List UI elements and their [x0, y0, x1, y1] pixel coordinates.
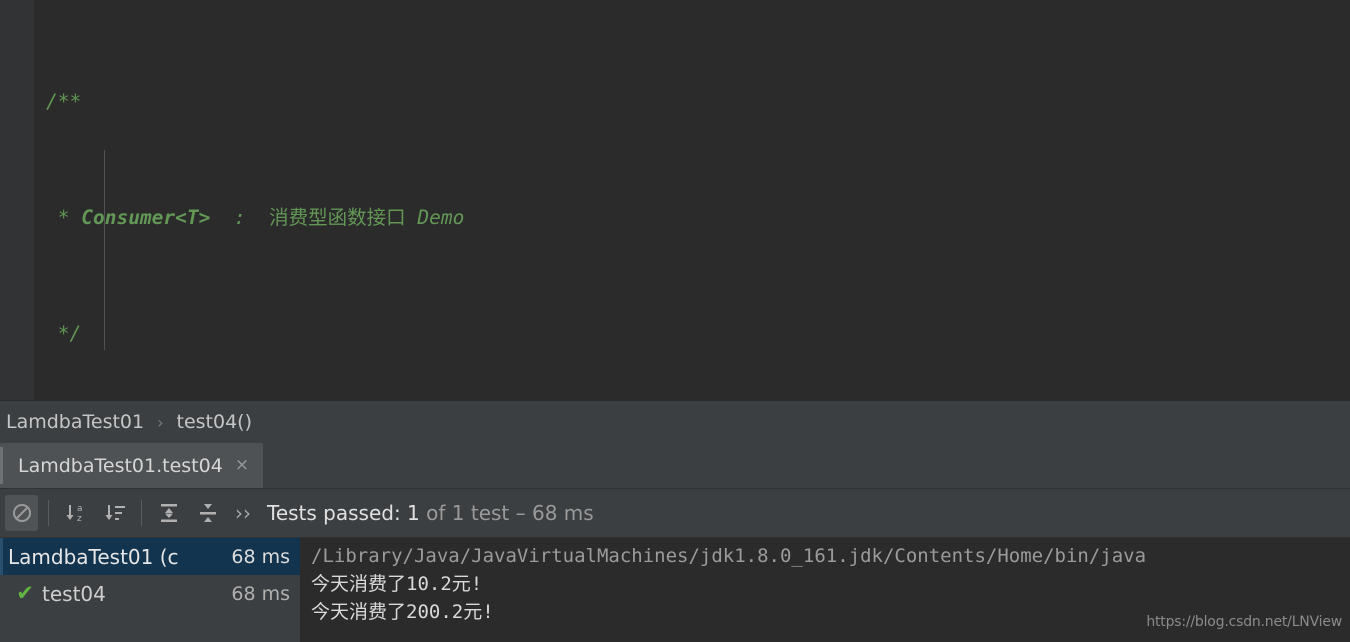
sort-by-duration-icon — [105, 505, 125, 520]
svg-text:a: a — [77, 504, 83, 514]
breadcrumb-class[interactable]: LamdbaTest01 — [6, 411, 144, 433]
test-suite-name: LamdbaTest01 (c — [8, 544, 179, 569]
ide-window: /** * Consumer<T> : 消费型函数接口 Demo */ @Tes… — [0, 0, 1350, 642]
test-passed-check-icon: ✔ — [16, 581, 34, 605]
test-results-tree[interactable]: LamdbaTest01 (c 68 ms ✔ test04 68 ms — [0, 538, 301, 642]
code-line-3: */ — [0, 319, 1350, 348]
chevron-right-icon: › — [157, 412, 164, 432]
javadoc-demo: Demo — [417, 206, 465, 229]
run-tab-strip: LamdbaTest01.test04 × — [0, 443, 1350, 489]
sort-alphabetically-button[interactable]: a z — [59, 495, 92, 531]
collapse-all-icon — [199, 504, 216, 522]
code-line-1: /** — [0, 87, 1350, 116]
toolbar-separator-1 — [48, 500, 49, 526]
javadoc-colon: : — [210, 206, 270, 229]
console-output-line: 今天消费了10.2元! — [311, 573, 483, 595]
close-icon[interactable]: × — [235, 457, 249, 474]
tab-lamdbatest01-test04[interactable]: LamdbaTest01.test04 × — [0, 443, 264, 488]
sort-by-duration-button[interactable] — [98, 495, 131, 531]
breadcrumb: LamdbaTest01 › test04() — [0, 400, 1350, 443]
console-output[interactable]: /Library/Java/JavaVirtualMachines/jdk1.8… — [301, 538, 1350, 642]
console-command-line: /Library/Java/JavaVirtualMachines/jdk1.8… — [311, 545, 1147, 567]
code-content[interactable]: /** * Consumer<T> : 消费型函数接口 Demo */ @Tes… — [0, 0, 1350, 400]
table-row[interactable]: ✔ test04 68 ms — [0, 575, 300, 612]
javadoc-open: /** — [46, 90, 82, 113]
code-editor[interactable]: /** * Consumer<T> : 消费型函数接口 Demo */ @Tes… — [0, 0, 1350, 400]
test-runner-toolbar: a z ›› Tests passed: 1 of 1 test – 68 ms — [0, 489, 1350, 538]
expand-all-button[interactable] — [152, 495, 185, 531]
table-row[interactable]: LamdbaTest01 (c 68 ms — [0, 538, 300, 575]
test-suite-duration: 68 ms — [231, 545, 290, 568]
collapse-all-button[interactable] — [191, 495, 224, 531]
circle-slash-icon — [12, 504, 31, 522]
breadcrumb-method[interactable]: test04() — [177, 411, 253, 433]
expand-all-icon — [160, 504, 177, 522]
javadoc-star: * — [46, 206, 82, 229]
javadoc-close: */ — [46, 322, 82, 345]
tab-label: LamdbaTest01.test04 — [18, 454, 223, 477]
test-case-duration: 68 ms — [231, 582, 290, 605]
tests-passed-label: Tests passed: 1 — [267, 501, 420, 525]
test-status-text: Tests passed: 1 of 1 test – 68 ms — [267, 501, 594, 525]
watermark-text: https://blog.csdn.net/LNView — [1146, 614, 1342, 630]
tests-count-duration: of 1 test – 68 ms — [419, 501, 594, 525]
toolbar-overflow-icon[interactable]: ›› — [227, 503, 259, 523]
javadoc-description: 消费型函数接口 — [269, 206, 406, 229]
test-results-area: LamdbaTest01 (c 68 ms ✔ test04 68 ms /Li… — [0, 538, 1350, 642]
tab-strip-filler — [263, 443, 1350, 488]
toolbar-separator-2 — [141, 500, 142, 526]
test-case-name: test04 — [42, 581, 106, 606]
indent-guide — [104, 150, 105, 350]
sort-alphabetically-icon: a z — [66, 504, 83, 524]
hide-passed-button[interactable] — [5, 495, 38, 531]
svg-text:z: z — [77, 514, 82, 524]
javadoc-type: Consumer<T> — [81, 206, 211, 229]
code-line-2: * Consumer<T> : 消费型函数接口 Demo — [0, 203, 1350, 232]
